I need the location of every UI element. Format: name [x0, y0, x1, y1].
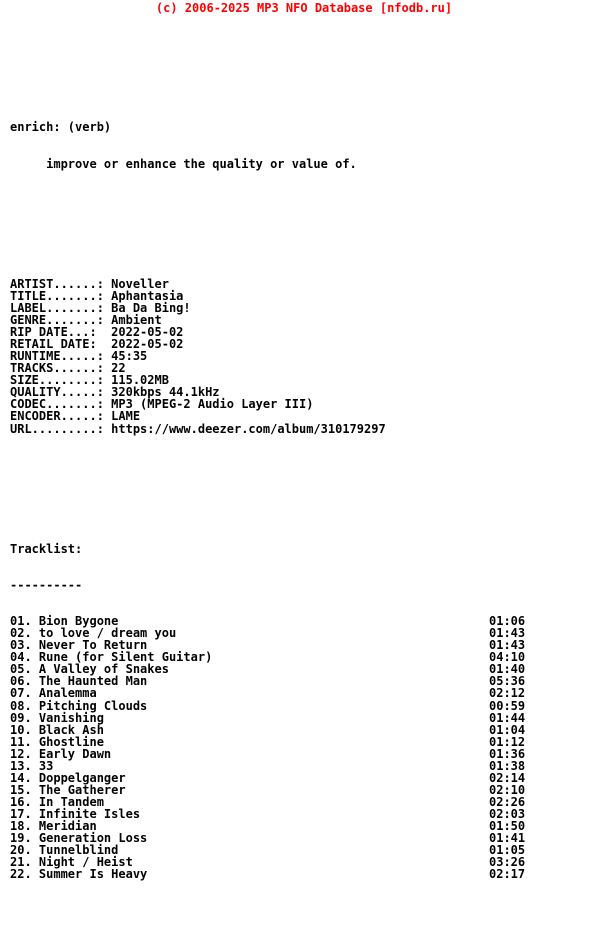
tracklist-section: Tracklist: ---------- 01. Bion Bygone 01:…: [10, 519, 600, 905]
track-duration: 02:26: [489, 794, 526, 809]
track-duration: 01:44: [489, 710, 526, 725]
spacer-before-tracklist: [10, 471, 600, 483]
nfo-page: (c) 2006-2025 MP3 NFO Database [nfodb.ru…: [0, 0, 608, 880]
tracklist-heading: Tracklist:: [10, 541, 83, 556]
track-duration: 03:26: [489, 855, 526, 870]
track-duration: 01:40: [489, 662, 526, 677]
track-duration: 05:36: [489, 674, 526, 689]
track-title: 22. Summer Is Heavy: [10, 867, 148, 882]
track-row: 06. The Haunted Man 05:36: [10, 675, 590, 687]
track-row: 17. Infinite Isles 02:03: [10, 808, 590, 820]
nfo-copyright-header: (c) 2006-2025 MP3 NFO Database [nfodb.ru…: [155, 1, 453, 15]
metadata-row: URL.........: https://www.deezer.com/alb…: [10, 421, 600, 436]
track-duration: 02:10: [489, 782, 526, 797]
definition-term: enrich: (verb): [10, 120, 112, 135]
metadata-value: https://www.deezer.com/album/310179297: [103, 421, 386, 436]
track-duration: 01:36: [489, 746, 526, 761]
track-duration: 02:03: [489, 806, 526, 821]
track-duration: 00:59: [489, 698, 526, 713]
track-duration: 01:05: [489, 843, 526, 858]
track-duration: 01:06: [489, 614, 526, 629]
track-duration: 02:12: [489, 686, 526, 701]
track-duration: 04:10: [489, 650, 526, 665]
release-metadata: ARTIST......: Noveller TITLE.......: Apha…: [10, 278, 600, 435]
track-duration: 01:12: [489, 734, 526, 749]
track-duration: 01:43: [489, 638, 526, 653]
definition-description: improve or enhance the quality or value …: [10, 156, 357, 171]
track-duration: 01:41: [489, 831, 526, 846]
metadata-label: URL.........:: [10, 421, 104, 436]
track-row: 12. Early Dawn 01:36: [10, 748, 590, 760]
spacer-before-metadata: [10, 230, 600, 242]
nfo-content: enrich: (verb) improve or enhance the qu…: [0, 15, 608, 940]
tracklist-divider: ----------: [10, 578, 83, 593]
track-duration: 01:50: [489, 819, 526, 833]
definition-block: enrich: (verb) improve or enhance the qu…: [10, 97, 600, 193]
tracklist-rows: 01. Bion Bygone 01:06 02. to love / dream …: [10, 615, 600, 880]
track-duration: 01:43: [489, 626, 526, 641]
track-row: 22. Summer Is Heavy 02:17: [10, 868, 590, 880]
track-duration: 01:04: [489, 722, 526, 737]
track-duration: 02:14: [489, 770, 526, 785]
track-duration: 01:38: [489, 758, 526, 773]
spacer-after-header: [10, 51, 600, 61]
track-duration: 02:17: [489, 867, 526, 882]
